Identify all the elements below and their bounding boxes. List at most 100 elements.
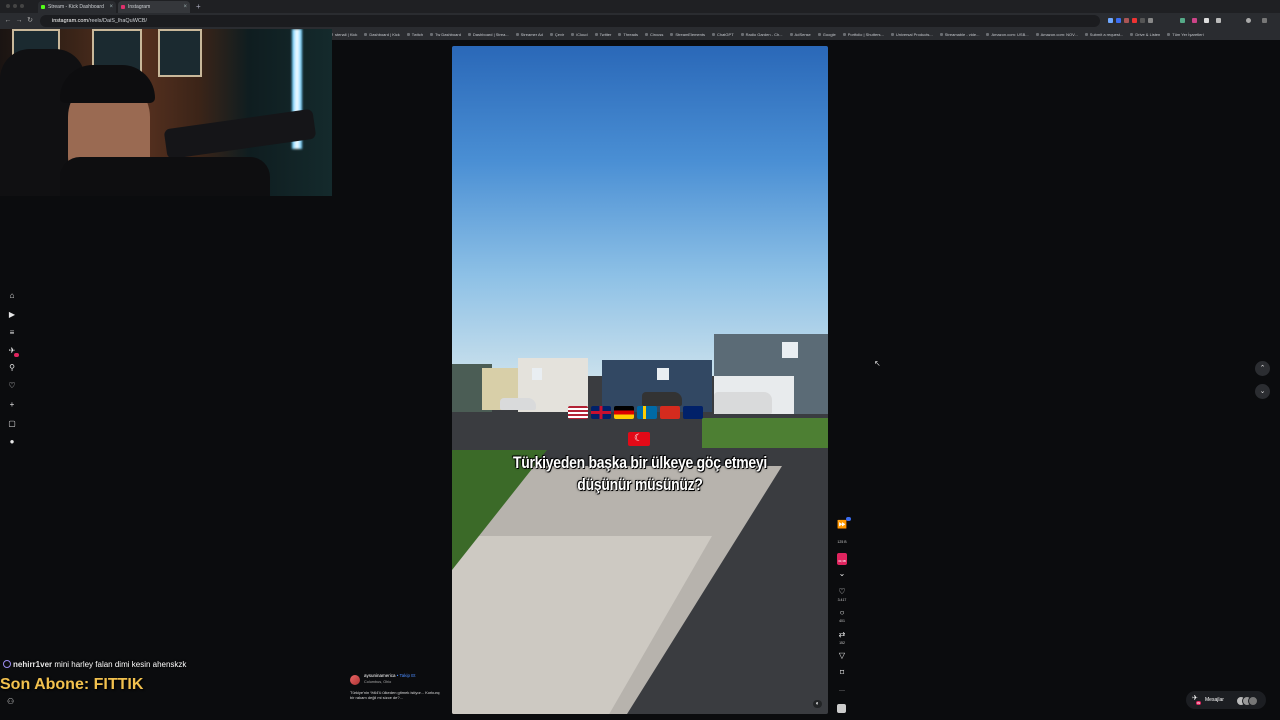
author-avatar[interactable] (350, 675, 360, 685)
messages-label: Mesajlar (1205, 697, 1224, 703)
bookmark-item[interactable]: Circuss (645, 29, 663, 40)
puzzle-icon[interactable] (1204, 18, 1209, 23)
parked-car (642, 392, 682, 406)
bookmark-item[interactable]: ChatGPT (712, 29, 734, 40)
bookmark-item[interactable]: Çevir (550, 29, 564, 40)
bookmark-item[interactable]: Twitter (595, 29, 612, 40)
bookmark-item[interactable]: Threads (618, 29, 638, 40)
reel-video[interactable]: ☾ Türkiyeden başka bir ülkeye göç etmeyi… (452, 46, 828, 714)
reel-caption: Türkiyeden başka bir ülkeye göç etmeyi d… (512, 453, 768, 494)
extension-icon[interactable] (1180, 18, 1185, 23)
bookmark-item[interactable]: Twitch (407, 29, 423, 40)
bookmark-item[interactable]: stenali | Kick (330, 29, 357, 40)
bookmark-item[interactable]: AdSense (790, 29, 811, 40)
last-subscriber-label: Son Abone: FITTIK (0, 676, 144, 693)
home-icon[interactable]: ⌂ (6, 290, 18, 302)
dashboard-icon[interactable]: ▢ (6, 418, 18, 430)
new-tab-button[interactable]: + (196, 1, 201, 13)
us-flag (568, 406, 588, 419)
bookmark-item[interactable]: Streamable - vide... (940, 29, 980, 40)
author-name[interactable]: aysuninamerica (364, 673, 396, 678)
mouse-cursor: ↖ (874, 359, 881, 368)
mute-icon[interactable]: ◐ (813, 700, 822, 708)
next-reel-button[interactable]: ⌄ (1255, 384, 1270, 399)
bookmark-item[interactable]: Dashboard | Kick (364, 29, 399, 40)
chat-username: nehirr1ver (13, 660, 53, 669)
list-icon[interactable]: ≡ (6, 327, 18, 339)
chat-message: nehirr1ver mini harley falan dimi kesin … (3, 660, 186, 669)
notification-badge (846, 517, 851, 521)
tab-kick-dashboard[interactable]: Stream - Kick Dashboard × (38, 1, 116, 13)
window-control-icon[interactable] (6, 4, 10, 8)
extension-icon[interactable] (1132, 18, 1137, 23)
repost-icon[interactable]: ⇄ (836, 630, 848, 640)
bookmark-item[interactable]: Submit a request... (1085, 29, 1124, 40)
download-icon[interactable] (1216, 18, 1221, 23)
parked-car (500, 398, 536, 410)
extension-icon[interactable] (1192, 18, 1197, 23)
save-icon[interactable]: ⌑ (836, 668, 848, 678)
bookmark-item[interactable]: Amazon.com: USB... (986, 29, 1028, 40)
views-count: 125 B (837, 540, 847, 544)
more-icon[interactable]: ··· (836, 686, 848, 696)
like-icon[interactable]: ♡ (836, 587, 848, 597)
bookmark-item[interactable]: Google (818, 29, 836, 40)
house-window (782, 342, 798, 358)
menu-icon[interactable] (1262, 18, 1267, 23)
create-icon[interactable]: + (6, 399, 18, 411)
bookmark-item[interactable]: Radio Garden - Ch... (741, 29, 783, 40)
bookmark-item[interactable]: Dashboard | Strea... (468, 29, 509, 40)
bookmark-item[interactable]: Portfolio | Shutters... (843, 29, 884, 40)
notification-badge (14, 353, 19, 357)
share-icon[interactable]: ▽ (836, 651, 848, 661)
tab-instagram[interactable]: Instagram × (118, 1, 190, 13)
reload-icon[interactable]: ↻ (26, 16, 34, 26)
heart-icon[interactable]: ♡ (6, 380, 18, 392)
bookmark-item[interactable]: Tüm Yer İşaretleri (1167, 29, 1203, 40)
url-host: instagram.com (52, 18, 89, 24)
search-icon[interactable]: ⚲ (6, 362, 18, 374)
reel-description: Türkiye'nin %64'ü ülkeden gitmek istiyor… (350, 690, 440, 700)
extension-icon[interactable] (1108, 18, 1113, 23)
location-label[interactable]: Columbus, Ohio (364, 680, 391, 684)
bookmarks-bar: stenali | Kick Dashboard | Kick Twitch Tw D… (330, 29, 1280, 40)
address-bar-row: ← → ↻ instagram.com/reels/DaiS_lhaQuWCB/ (0, 13, 1280, 29)
chevron-down-icon[interactable]: ⌄ (836, 569, 848, 579)
streamer-cap (60, 65, 155, 103)
profile-icon[interactable]: ● (6, 436, 18, 448)
turkey-flag: ☾ (628, 432, 650, 446)
bookmark-item[interactable]: StreamElements (670, 29, 705, 40)
close-icon[interactable]: × (183, 1, 187, 13)
extension-icon[interactable] (1116, 18, 1121, 23)
messages-icon[interactable]: ✈ (6, 345, 19, 357)
window-control-icon[interactable] (13, 4, 17, 8)
author-row: aysuninamerica • Takip Et (364, 673, 416, 678)
url-input[interactable]: instagram.com/reels/DaiS_lhaQuWCB/ (40, 15, 1100, 27)
forward-icon[interactable]: ⏩ (836, 520, 848, 530)
messages-button[interactable]: ✈ 99 Mesajlar (1186, 691, 1266, 709)
accounts-icon[interactable]: ⚇ (7, 697, 14, 706)
kick-icon (41, 5, 45, 9)
bookmark-item[interactable]: Tw Dashboard (430, 29, 461, 40)
remix-button[interactable]: 33,3B (837, 553, 847, 565)
follow-button[interactable]: • Takip Et (397, 673, 416, 678)
tab-label: Stream - Kick Dashboard (48, 4, 104, 10)
window-control-icon[interactable] (20, 4, 24, 8)
bookmark-item[interactable]: iCloud (571, 29, 587, 40)
extension-icon[interactable] (1140, 18, 1145, 23)
bookmark-item[interactable]: Universal Products... (891, 29, 933, 40)
forward-icon[interactable]: → (15, 16, 23, 26)
bookmark-item[interactable]: Streamer Ad (516, 29, 543, 40)
close-icon[interactable]: × (109, 1, 113, 13)
audio-thumbnail[interactable] (837, 704, 846, 713)
back-icon[interactable]: ← (4, 16, 12, 26)
chat-badge-icon (3, 660, 11, 668)
profile-icon[interactable] (1246, 18, 1251, 23)
extension-icon[interactable] (1148, 18, 1153, 23)
previous-reel-button[interactable]: ⌃ (1255, 361, 1270, 376)
reels-icon[interactable]: ▶ (6, 309, 18, 321)
extension-icon[interactable] (1124, 18, 1129, 23)
comment-icon[interactable]: ○ (836, 608, 848, 618)
bookmark-item[interactable]: Amazon.com: NOV... (1036, 29, 1078, 40)
bookmark-item[interactable]: Drive & Listen (1130, 29, 1160, 40)
